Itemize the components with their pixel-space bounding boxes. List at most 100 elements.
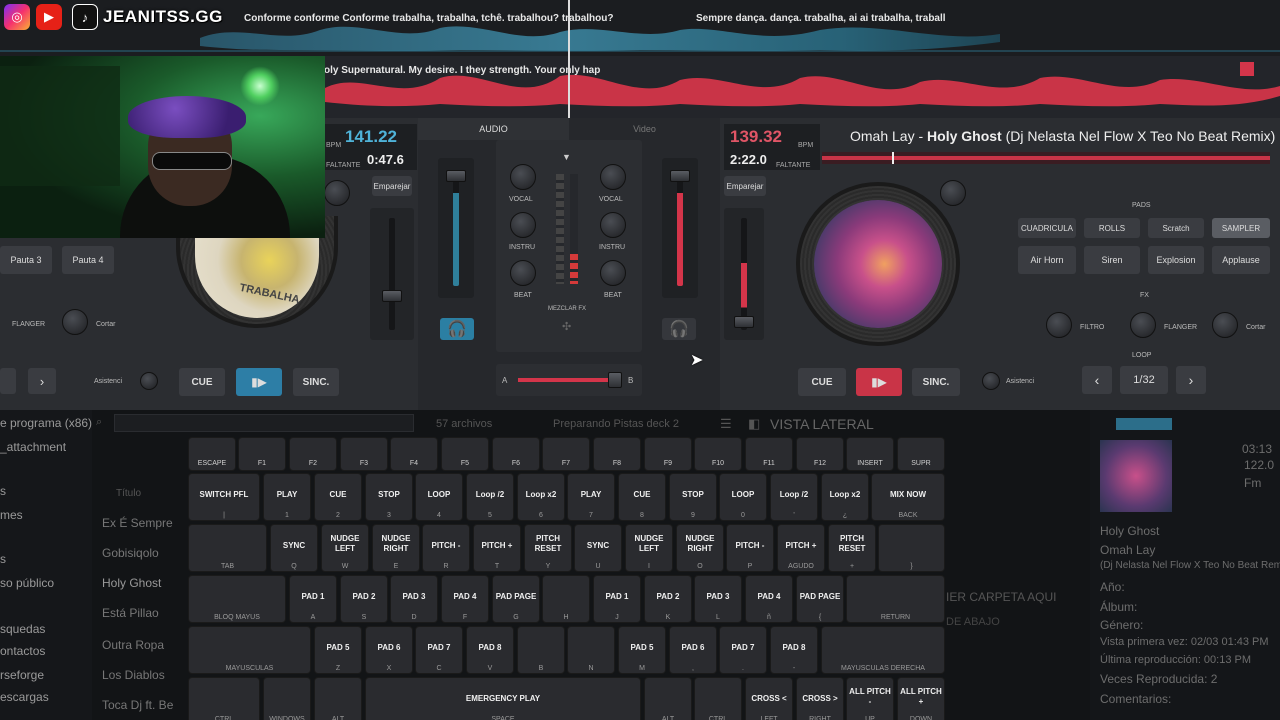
tab-video[interactable]: Video (569, 118, 720, 140)
deck-b-cue-button[interactable]: CUE (798, 368, 846, 396)
deck-a-pitch-track[interactable] (389, 218, 395, 330)
eq-a-beat-knob[interactable] (510, 260, 536, 286)
fx-cortar-knob[interactable] (1212, 312, 1238, 338)
deck-a-match-button[interactable]: Emparejar (372, 176, 412, 196)
pad-mode-cuadricula[interactable]: CUADRICULA (1018, 218, 1076, 238)
search-input[interactable] (114, 414, 414, 432)
track-row[interactable]: Holy Ghost (102, 576, 161, 590)
channel-a-volume-fader[interactable] (446, 170, 466, 182)
deck-b-pitch-track[interactable] (741, 218, 747, 330)
deck-b-jog-knob[interactable] (940, 180, 966, 206)
deck-b-remix: (Dj Nelasta Nel Flow X Teo No Beat Remix… (1005, 128, 1276, 144)
loop-prev-button[interactable]: ‹ (1082, 366, 1112, 394)
deck-a-loop-next-button[interactable]: › (28, 368, 56, 394)
side-view-title[interactable]: VISTA LATERAL (770, 416, 874, 432)
playhead-marker (568, 0, 570, 118)
loop-size-display[interactable]: 1/32 (1120, 366, 1168, 394)
crossfader-b-label: B (628, 376, 634, 385)
vu-meter-b (570, 174, 578, 284)
column-title[interactable]: Título (116, 488, 141, 499)
mix-fx-icon[interactable]: ✣ (562, 320, 571, 333)
deck-a-loop-prev-button[interactable] (0, 368, 16, 394)
tab-audio[interactable]: AUDIO (418, 118, 569, 140)
deck-b-pitch-fader[interactable] (734, 316, 754, 328)
sidebar-item[interactable]: s (0, 484, 6, 498)
sidebar-item[interactable]: squedas (0, 622, 45, 636)
track-row[interactable]: Outra Ropa (102, 638, 164, 652)
deck-b-match-button[interactable]: Emparejar (724, 176, 766, 196)
fx-filtro-knob[interactable] (1046, 312, 1072, 338)
sample-siren[interactable]: Siren (1084, 246, 1140, 274)
sidebar-item[interactable]: e programa (x86) (0, 416, 92, 430)
eq-b-beat-label: BEAT (604, 292, 622, 299)
sidebar-item[interactable]: s (0, 552, 6, 566)
channel-a-headphone-button[interactable]: 🎧 (440, 318, 474, 340)
sidebar-item[interactable]: rseforge (0, 668, 44, 682)
deck-a-pitch-fader[interactable] (382, 290, 402, 302)
loop-next-button[interactable]: › (1176, 366, 1206, 394)
fx-title: FX (1140, 292, 1149, 299)
pad-mode-sampler[interactable]: SAMPLER (1212, 218, 1270, 238)
deck-a-pad-4[interactable]: Pauta 4 (62, 246, 114, 274)
eq-b-instru-label: INSTRU (599, 244, 626, 251)
sidebar-item[interactable]: escargas (0, 690, 49, 704)
deck-b-play-button[interactable]: ▮▶ (856, 368, 902, 396)
deck-a-pad-3[interactable]: Pauta 3 (0, 246, 52, 274)
mix-fx-label: MEZCLAR FX (548, 306, 587, 312)
tiktok-icon: ♪ (72, 4, 98, 30)
deck-b-assist-icon[interactable] (982, 372, 1000, 390)
sample-applause[interactable]: Applause (1212, 246, 1270, 274)
pad-mode-rolls[interactable]: ROLLS (1084, 218, 1140, 238)
sample-explosion[interactable]: Explosion (1148, 246, 1204, 274)
channel-b-volume-track[interactable] (677, 170, 683, 286)
fx-cortar-label: Cortar (1246, 324, 1266, 331)
sidebar-item[interactable]: so público (0, 576, 54, 590)
eq-section: VOCAL INSTRU BEAT ▼ MEZCLAR FX ✣ VOCAL I… (496, 140, 642, 352)
deck-a-fx-cortar-label: Cortar (96, 321, 116, 328)
pad-mode-scratch[interactable]: Scratch (1148, 218, 1204, 238)
deck-a-assist-icon[interactable] (140, 372, 158, 390)
deck-b-sync-button[interactable]: SINC. (912, 368, 960, 396)
play-pause-icon: ▮▶ (871, 375, 887, 389)
channel-b-volume-fader[interactable] (670, 170, 690, 182)
eq-a-beat-label: BEAT (514, 292, 532, 299)
sidebar-item[interactable]: mes (0, 508, 23, 522)
chevron-left-icon: ‹ (1094, 372, 1100, 388)
eq-a-instru-knob[interactable] (510, 212, 536, 238)
search-icon[interactable]: ⌕ (96, 416, 102, 429)
deck-b-platter[interactable] (796, 182, 960, 346)
deck-b-mini-waveform[interactable] (822, 152, 1270, 164)
eq-b-vocal-knob[interactable] (600, 164, 626, 190)
deck-a-jog-knob[interactable] (324, 180, 350, 206)
sample-air-horn[interactable]: Air Horn (1018, 246, 1076, 274)
deck-a-play-button[interactable]: ▮▶ (236, 368, 282, 396)
track-row[interactable]: Está Pillao (102, 606, 159, 620)
deck-a-flanger-knob[interactable] (62, 309, 88, 335)
track-row[interactable]: Los Diablos (102, 668, 165, 682)
chevron-down-icon[interactable]: ▼ (562, 152, 571, 162)
eq-b-instru-knob[interactable] (600, 212, 626, 238)
eq-b-beat-knob[interactable] (600, 260, 626, 286)
eq-a-vocal-knob[interactable] (510, 164, 536, 190)
sidebar-toggle-icon[interactable]: ◧ (748, 416, 760, 432)
sidebar-item[interactable]: ontactos (0, 644, 45, 658)
lyric-line-top-right: Sempre dança. dança. trabalha, ai ai tra… (696, 13, 946, 24)
crossfader-handle[interactable] (608, 372, 622, 388)
track-row[interactable]: Gobisiqolo (102, 546, 159, 560)
meta-bpm: 122.0 (1244, 458, 1275, 472)
deck-a-sync-button[interactable]: SINC. (293, 368, 339, 396)
sidebar-item[interactable]: _attachment (0, 440, 66, 454)
track-row[interactable]: Ex É Sempre (102, 516, 173, 530)
crossfader-track[interactable] (518, 378, 616, 382)
track-row[interactable]: Toca Dj ft. Be (102, 698, 173, 712)
deck-a-cue-button[interactable]: CUE (179, 368, 225, 396)
menu-icon[interactable]: ☰ (720, 416, 732, 432)
channel-b-volume-panel (662, 158, 698, 298)
deck-b-track-title: Omah Lay - Holy Ghost (Dj Nelasta Nel Fl… (850, 128, 1276, 144)
channel-a-volume-track[interactable] (453, 170, 459, 286)
channel-b-headphone-button[interactable]: 🎧 (662, 318, 696, 340)
fx-flanger-knob[interactable] (1130, 312, 1156, 338)
crossfader-panel: A B (496, 364, 642, 396)
deck-b-mini-waveform-bar (822, 156, 1270, 160)
vu-meter-b-level (570, 254, 578, 284)
